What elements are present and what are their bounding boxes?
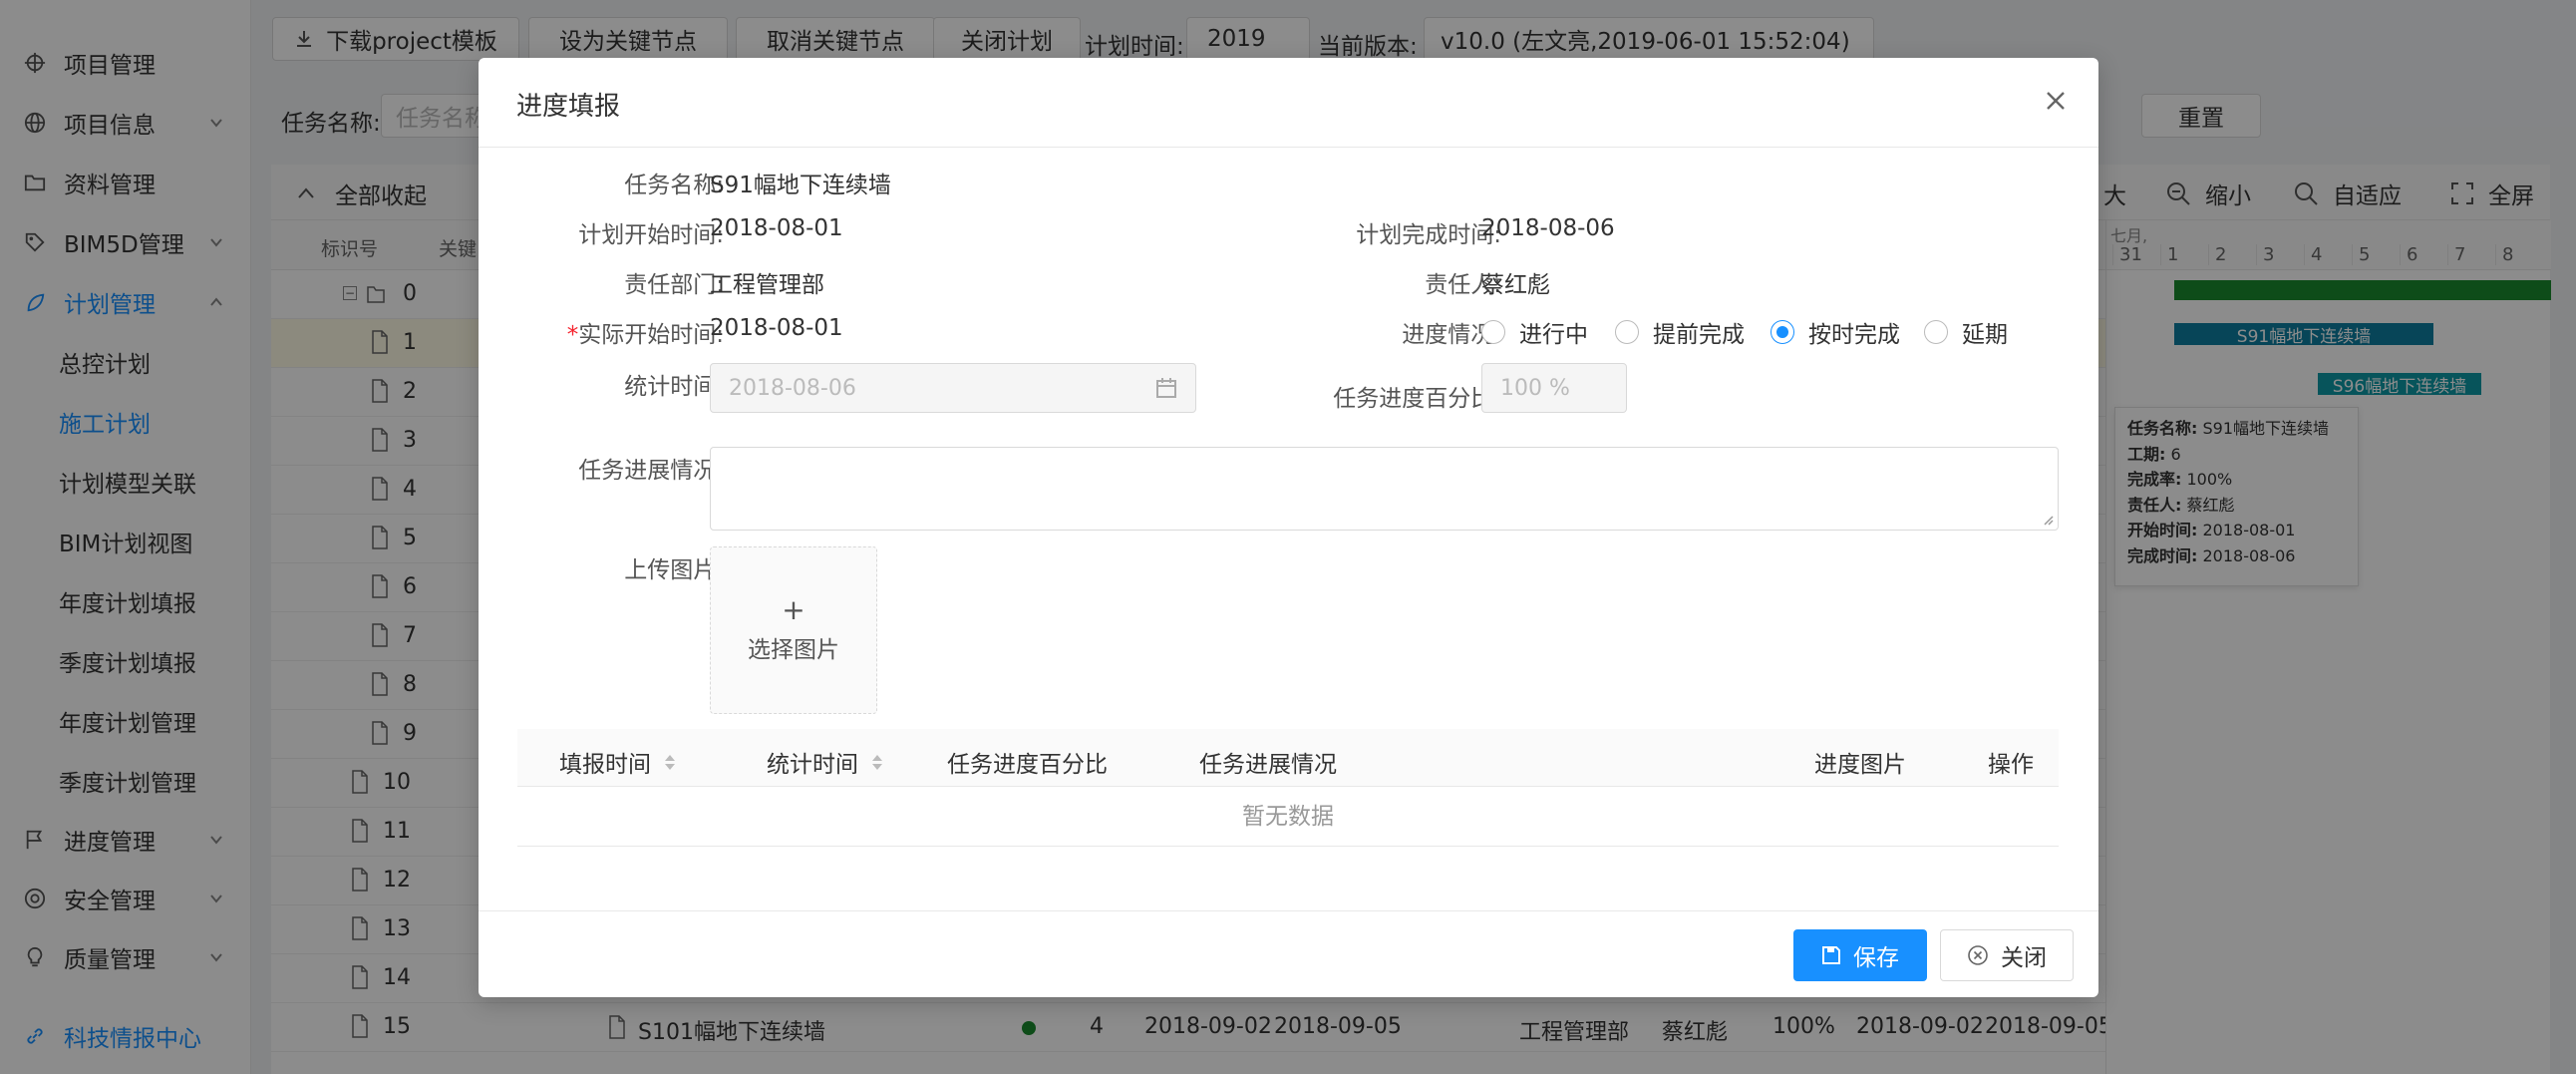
- close-icon[interactable]: [2043, 88, 2069, 114]
- task-name-label: 任务名称:: [624, 173, 724, 198]
- plan-end-label: 计划完成时间:: [1356, 222, 1501, 248]
- plan-start-label: 计划开始时间:: [578, 222, 724, 248]
- radio-label: 提前完成: [1653, 322, 1745, 348]
- radio-in-progress[interactable]: 进行中: [1481, 315, 1588, 349]
- upload-label: 上传图片:: [624, 557, 724, 583]
- stat-time-input[interactable]: 2018-08-06: [710, 363, 1196, 413]
- stat-time-label: 统计时间:: [624, 374, 724, 400]
- col-label: 任务进展情况: [1199, 752, 1337, 778]
- input-value: 2018-08-06: [729, 375, 856, 401]
- col-label: 统计时间: [767, 752, 858, 778]
- actual-start-label: *实际开始时间:: [566, 322, 724, 348]
- modal-header: 进度填报: [479, 58, 2098, 148]
- input-value: 100 %: [1500, 375, 1570, 401]
- sort-icon: [872, 754, 882, 770]
- col-label: 填报时间: [559, 752, 651, 778]
- progress-report-modal: 进度填报 任务名称: S91幅地下连续墙 计划开始时间: 2018-08-01 …: [479, 58, 2098, 997]
- radio-delayed[interactable]: 延期: [1924, 315, 2008, 349]
- percent-input[interactable]: 100 %: [1481, 363, 1627, 413]
- col-label: 操作: [1988, 752, 2034, 778]
- radio-dot: [1615, 320, 1639, 344]
- button-label: 关闭: [2001, 945, 2047, 971]
- col-label: 任务进度百分比: [947, 752, 1108, 778]
- upload-text: 选择图片: [748, 637, 839, 663]
- radio-on-time[interactable]: 按时完成: [1771, 315, 1900, 349]
- plan-start-value: 2018-08-01: [710, 215, 843, 241]
- radio-dot: [1924, 320, 1948, 344]
- plan-end-value: 2018-08-06: [1481, 215, 1615, 241]
- close-circle-icon: [1968, 945, 1988, 965]
- calendar-icon: [1156, 378, 1176, 398]
- col-images: 进度图片: [1814, 745, 1906, 779]
- col-percent: 任务进度百分比: [947, 745, 1108, 779]
- radio-label: 延期: [1962, 322, 2008, 348]
- sort-icon: [665, 754, 675, 770]
- actual-start-value: 2018-08-01: [710, 315, 843, 341]
- col-desc: 任务进展情况: [1199, 745, 1337, 779]
- radio-label: 进行中: [1519, 322, 1588, 348]
- progress-desc-textarea[interactable]: [710, 447, 2059, 531]
- radio-dot: [1481, 320, 1505, 344]
- plus-icon: +: [782, 593, 805, 626]
- resize-handle-icon: [2044, 516, 2054, 526]
- radio-label: 按时完成: [1808, 322, 1900, 348]
- col-report-time[interactable]: 填报时间: [559, 745, 675, 779]
- modal-title: 进度填报: [516, 92, 621, 122]
- task-name-value: S91幅地下连续墙: [710, 173, 891, 198]
- col-label: 进度图片: [1814, 752, 1906, 778]
- dept-value: 工程管理部: [710, 272, 824, 298]
- radio-dot-selected: [1771, 320, 1794, 344]
- col-actions: 操作: [1988, 745, 2034, 779]
- col-stat-time[interactable]: 统计时间: [767, 745, 882, 779]
- owner-label: 责任人:: [1425, 272, 1501, 298]
- dept-label: 责任部门:: [624, 272, 724, 298]
- close-button[interactable]: 关闭: [1940, 929, 2074, 981]
- empty-state: 暂无数据: [517, 787, 2059, 847]
- save-icon: [1822, 946, 1840, 964]
- progress-status-label: 进度情况:: [1402, 322, 1501, 348]
- button-label: 保存: [1853, 945, 1899, 971]
- radio-early[interactable]: 提前完成: [1615, 315, 1745, 349]
- owner-value: 蔡红彪: [1481, 272, 1550, 298]
- report-table-header: 填报时间 统计时间 任务进度百分比 任务进展情况 进度图片 操作: [517, 729, 2059, 787]
- percent-label: 任务进度百分比:: [1333, 386, 1501, 412]
- progress-desc-label: 任务进展情况:: [578, 458, 724, 484]
- save-button[interactable]: 保存: [1793, 929, 1927, 981]
- upload-image-button[interactable]: + 选择图片: [710, 546, 877, 714]
